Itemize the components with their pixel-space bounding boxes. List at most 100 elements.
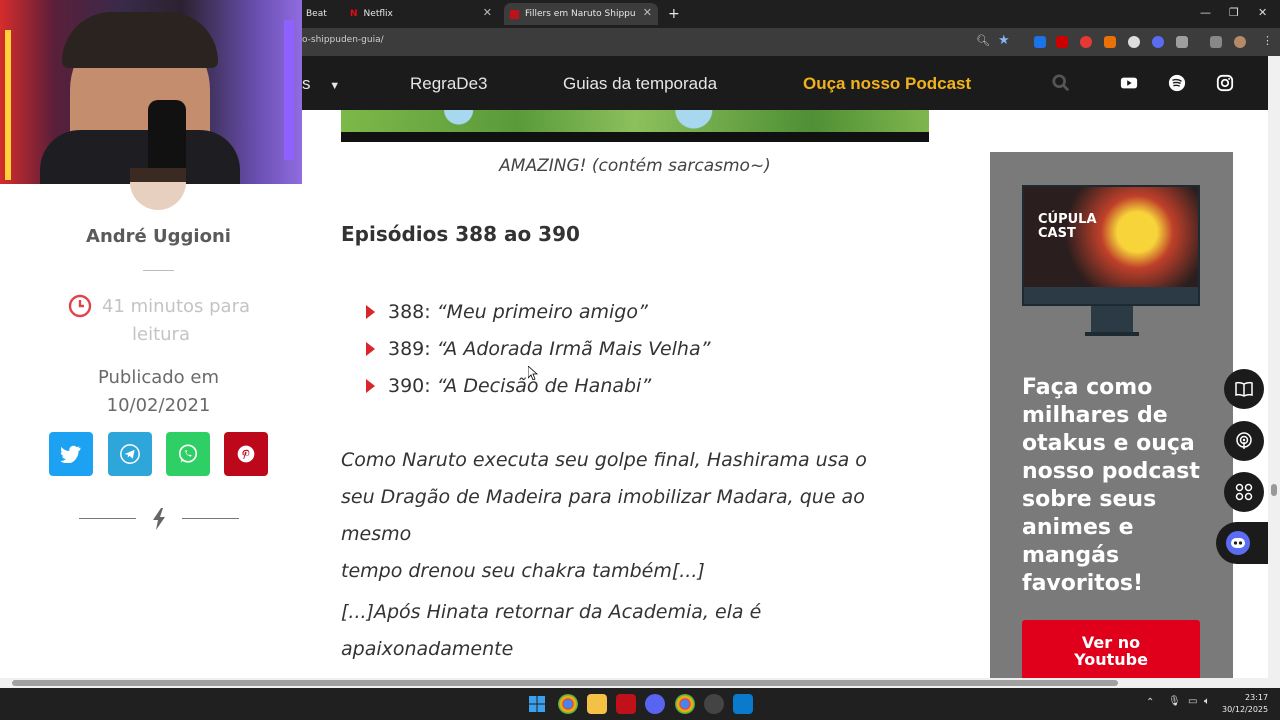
chrome-profile-icon[interactable] [675,694,695,714]
telegram-icon [120,444,140,464]
image-caption: AMAZING! (contém sarcasmo~) [499,156,771,176]
assistant-chat-button[interactable] [1216,522,1268,564]
app-taskbar-icon[interactable] [616,694,636,714]
ad-logo-text: CÚPULA CAST [1038,213,1097,241]
published-label: Publicado em [97,367,220,388]
chevron-up-icon[interactable]: ⌃ [1146,697,1154,708]
app-taskbar-icon[interactable] [704,694,724,714]
apps-button[interactable] [1224,472,1264,512]
microphone-icon[interactable]: 🎙︎ [1168,696,1181,707]
file-explorer-icon[interactable] [587,694,607,714]
close-tab-icon[interactable]: ✕ [643,6,652,19]
list-item: 390: “A Decisão de Hanabi” [366,375,651,397]
bullet-triangle-icon [366,379,375,393]
divider [143,270,174,271]
light-strip [284,20,294,160]
tab-beat[interactable]: Beat [300,3,340,25]
discord-icon[interactable] [645,694,665,714]
author-avatar [130,168,186,210]
extension-icon[interactable] [1080,36,1092,48]
published-info: Publicado em 10/02/2021 [0,364,317,420]
logo-line: CAST [1038,226,1076,241]
logo-line: CÚPULA [1038,212,1097,227]
share-telegram-button[interactable] [108,432,152,476]
grid-apps-icon [1235,483,1253,501]
nav-item-podcast[interactable]: Ouça nosso Podcast [803,74,971,94]
site-favicon-icon [510,9,519,19]
minimize-icon[interactable]: — [1200,6,1211,19]
ver-no-youtube-button[interactable]: Ver no Youtube [1022,620,1200,682]
bullet-triangle-icon [366,342,375,356]
tab-netflix[interactable]: N Netflix ✕ [344,3,498,25]
divider [182,518,239,519]
horizontal-scrollbar[interactable] [0,678,1280,688]
close-tab-icon[interactable]: ✕ [483,6,492,19]
nav-item-partial[interactable]: s ▼ [302,74,340,94]
tab-fillers-naruto[interactable]: Fillers em Naruto Shippuden: sa ✕ [504,3,658,25]
youtube-icon[interactable] [1120,74,1138,92]
podcast-icon [1236,432,1252,449]
webcam-overlay [0,0,302,184]
vertical-scrollbar[interactable] [1268,56,1280,678]
episode-title: “A Adorada Irmã Mais Velha” [436,338,711,360]
monitor-base [1085,332,1139,336]
tab-label: Fillers em Naruto Shippuden: sa [525,9,635,19]
reader-mode-button[interactable] [1224,369,1264,409]
share-twitter-button[interactable] [49,432,93,476]
reading-list-icon[interactable] [1210,36,1222,48]
article-image [341,110,929,142]
book-icon [1235,381,1253,397]
chrome-taskbar-icon[interactable] [558,694,578,714]
network-icon[interactable]: ▭ [1188,696,1197,707]
streamer-hair [62,12,218,68]
podcast-button[interactable] [1224,421,1264,461]
paragraph-line: tempo drenou seu chakra também[...] [341,560,705,582]
url-field[interactable]: o-shippuden-guia/ [302,35,384,45]
windows-start-icon[interactable] [529,696,545,712]
extension-icon[interactable] [1056,36,1068,48]
restore-icon[interactable]: ❐ [1229,6,1239,19]
menu-kebab-icon[interactable]: ⋮ [1262,34,1273,47]
episode-number: 390: [388,375,431,397]
instagram-icon[interactable] [1216,74,1234,92]
extension-icon[interactable] [1104,36,1116,48]
search-icon[interactable] [1052,74,1070,92]
extension-icon[interactable] [1034,36,1046,48]
spotify-icon[interactable] [1168,74,1186,92]
system-clock[interactable]: 23:17 30/12/2025 [1222,692,1268,716]
read-time: 41 minutos para leitura [101,296,251,345]
section-heading: Episódios 388 ao 390 [341,222,580,246]
list-item: 389: “A Adorada Irmã Mais Velha” [366,338,710,360]
scroll-thumb[interactable] [12,680,1118,686]
zoom-icon[interactable]: 🔍︎ [976,34,990,47]
windows-taskbar [0,688,1280,720]
extension-icon[interactable] [1152,36,1164,48]
puzzle-extensions-icon[interactable] [1176,36,1188,48]
profile-avatar[interactable] [1234,36,1246,48]
close-window-icon[interactable]: ✕ [1258,6,1267,19]
tab-label: Beat [306,9,327,19]
paragraph-line: Como Naruto executa seu golpe final, Has… [341,449,867,471]
volume-icon[interactable]: 🔈︎ [1204,696,1210,707]
ad-monitor-image[interactable]: CÚPULA CAST [1022,185,1200,306]
paragraph-line: seu Dragão de Madeira para imobilizar Ma… [341,486,865,545]
clock-time: 23:17 [1245,693,1269,702]
share-whatsapp-button[interactable] [166,432,210,476]
bookmark-star-icon[interactable]: ★ [998,33,1010,48]
lightning-icon [153,508,165,530]
episode-title: “Meu primeiro amigo” [436,301,648,323]
extension-icon[interactable] [1128,36,1140,48]
new-tab-button[interactable]: + [662,3,682,25]
mouse-cursor-icon [528,366,538,380]
bullet-triangle-icon [366,305,375,319]
nav-item-regrade3[interactable]: RegraDe3 [410,74,488,94]
share-pinterest-button[interactable] [224,432,268,476]
author-name[interactable]: André Uggioni [0,226,317,247]
scroll-thumb[interactable] [1271,484,1277,496]
published-date: 10/02/2021 [106,395,211,416]
vscode-icon[interactable] [733,694,753,714]
nav-item-guias[interactable]: Guias da temporada [563,74,717,94]
episode-title: “A Decisão de Hanabi” [436,375,652,397]
chevron-down-icon: ▼ [329,80,341,92]
netflix-icon: N [350,9,358,19]
